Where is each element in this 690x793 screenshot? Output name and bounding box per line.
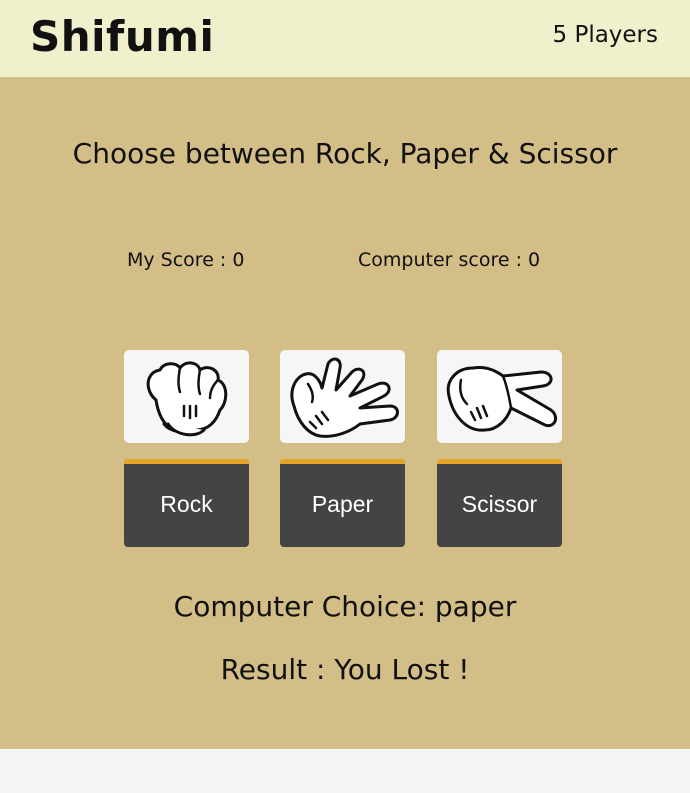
computer-choice: Computer Choice: paper bbox=[173, 590, 517, 623]
footer bbox=[0, 749, 690, 793]
computer-score: Computer score : 0 bbox=[358, 249, 541, 271]
scissor-hand-icon bbox=[446, 366, 557, 432]
logo: Shifumi bbox=[30, 12, 215, 61]
paper-card[interactable] bbox=[280, 350, 405, 443]
paper-button[interactable]: Paper bbox=[280, 459, 405, 547]
rock-card[interactable] bbox=[124, 350, 249, 443]
scissor-card[interactable] bbox=[437, 350, 562, 443]
rock-button[interactable]: Rock bbox=[124, 459, 249, 547]
my-score: My Score : 0 bbox=[127, 249, 245, 271]
game-area: Choose between Rock, Paper & Scissor My … bbox=[0, 77, 690, 749]
header: Shifumi 5 Players bbox=[0, 0, 690, 77]
result-text: Result : You Lost ! bbox=[220, 653, 470, 686]
page-title: Choose between Rock, Paper & Scissor bbox=[72, 137, 618, 170]
rock-hand-icon bbox=[146, 361, 228, 437]
paper-hand-icon bbox=[290, 357, 399, 438]
scissor-button[interactable]: Scissor bbox=[437, 459, 562, 547]
players-count[interactable]: 5 Players bbox=[553, 22, 659, 48]
